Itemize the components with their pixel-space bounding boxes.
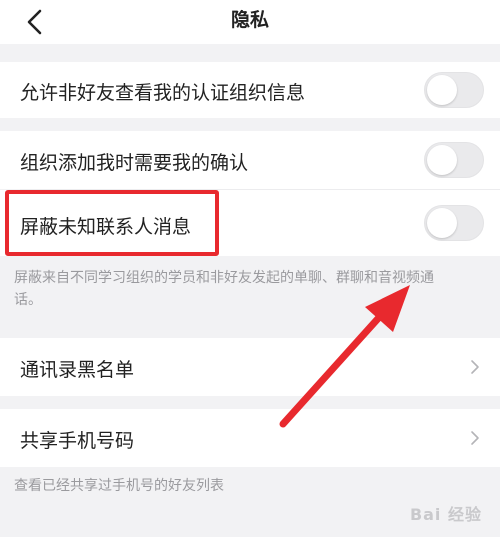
block-unknown-description: 屏蔽来自不同学习组织的学员和非好友发起的单聊、群聊和音视频通话。 [14,270,434,308]
shared-phone-description: 查看已经共享过手机号的好友列表 [14,478,224,494]
row-label: 共享手机号码 [20,430,135,452]
highlight-box [5,190,219,256]
org-add-confirm-toggle[interactable] [424,142,484,178]
nav-bar: 隐私 [0,0,500,44]
setting-label: 允许非好友查看我的认证组织信息 [20,82,306,104]
toggle-knob [427,145,457,175]
show-org-info-toggle[interactable] [424,72,484,108]
setting-row-org-add-confirm[interactable]: 组织添加我时需要我的确认 [0,131,500,189]
page-title: 隐私 [230,9,269,31]
watermark-logo: Bai 经验 [409,505,482,524]
toggle-knob [427,75,457,105]
row-label: 通讯录黑名单 [20,359,135,381]
setting-label: 组织添加我时需要我的确认 [20,152,249,174]
chevron-right-icon [471,360,479,374]
toggle-knob [427,208,457,238]
setting-row-show-org-info[interactable]: 允许非好友查看我的认证组织信息 [0,62,500,118]
chevron-right-icon [471,431,479,445]
contacts-blacklist-row[interactable]: 通讯录黑名单 [0,338,500,396]
shared-phone-row[interactable]: 共享手机号码 [0,409,500,467]
block-unknown-toggle[interactable] [424,205,484,241]
